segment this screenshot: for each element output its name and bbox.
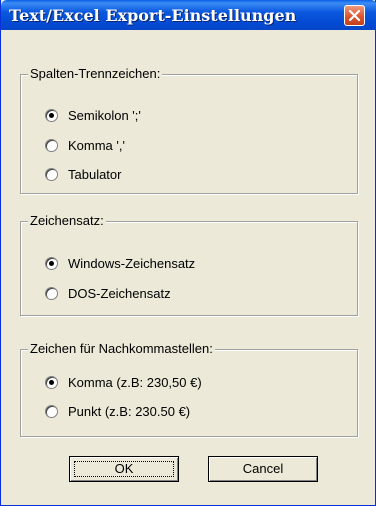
radio-label: DOS-Zeichensatz bbox=[68, 286, 171, 301]
radio-label: Tabulator bbox=[68, 167, 122, 182]
cancel-button[interactable]: Cancel bbox=[208, 456, 318, 482]
radio-circle bbox=[45, 109, 58, 122]
radio-circle bbox=[45, 376, 58, 389]
dialog-window: Text/Excel Export-Einstellungen Spalten-… bbox=[0, 0, 376, 506]
title-bar[interactable]: Text/Excel Export-Einstellungen bbox=[1, 0, 376, 30]
close-icon bbox=[348, 9, 361, 22]
radio-label: Punkt (z.B: 230.50 €) bbox=[68, 404, 191, 419]
cancel-button-label: Cancel bbox=[242, 461, 284, 476]
radio-circle bbox=[45, 139, 58, 152]
radio-selected-dot bbox=[49, 380, 54, 385]
radio-selected-dot bbox=[49, 113, 54, 118]
radio-circle bbox=[45, 168, 58, 181]
radio-circle bbox=[45, 405, 58, 418]
group-decimal-separator: Zeichen für Nachkommastellen: Komma (z.B… bbox=[20, 341, 358, 437]
radio-circle bbox=[45, 287, 58, 300]
radio-selected-dot bbox=[49, 261, 54, 266]
group-legend: Zeichen für Nachkommastellen: bbox=[28, 341, 215, 356]
radio-label: Semikolon ';' bbox=[68, 108, 141, 123]
close-button[interactable] bbox=[344, 5, 365, 26]
group-column-separator: Spalten-Trennzeichen: Semikolon ';' Komm… bbox=[20, 66, 358, 194]
window-title: Text/Excel Export-Einstellungen bbox=[9, 6, 297, 25]
radio-label: Komma (z.B: 230,50 €) bbox=[68, 375, 202, 390]
ok-button-label: OK bbox=[114, 461, 134, 476]
radio-label: Komma ',' bbox=[68, 138, 125, 153]
group-charset: Zeichensatz: Windows-Zeichensatz DOS-Zei… bbox=[20, 213, 358, 316]
group-legend: Spalten-Trennzeichen: bbox=[28, 66, 163, 81]
ok-button[interactable]: OK bbox=[69, 456, 179, 482]
group-legend: Zeichensatz: bbox=[28, 213, 106, 228]
radio-circle bbox=[45, 257, 58, 270]
radio-label: Windows-Zeichensatz bbox=[68, 256, 196, 271]
